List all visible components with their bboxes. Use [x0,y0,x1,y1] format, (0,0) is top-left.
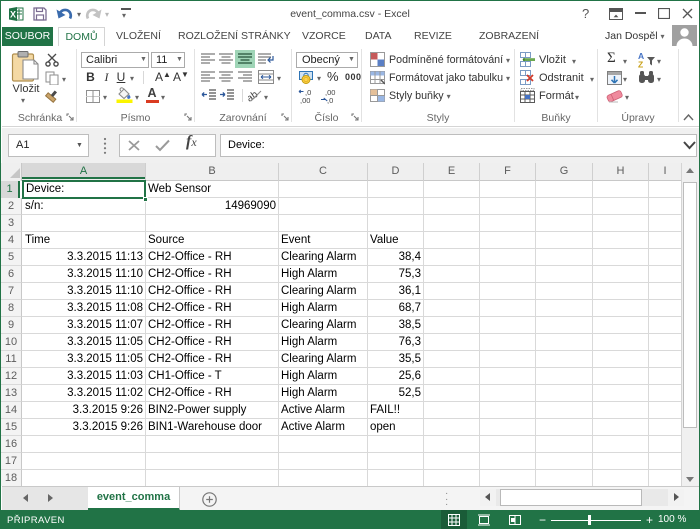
svg-text:,0: ,0 [327,96,333,104]
svg-text:Z: Z [638,60,643,69]
svg-text:,00: ,00 [300,96,310,104]
svg-text:ab: ab [248,89,260,103]
